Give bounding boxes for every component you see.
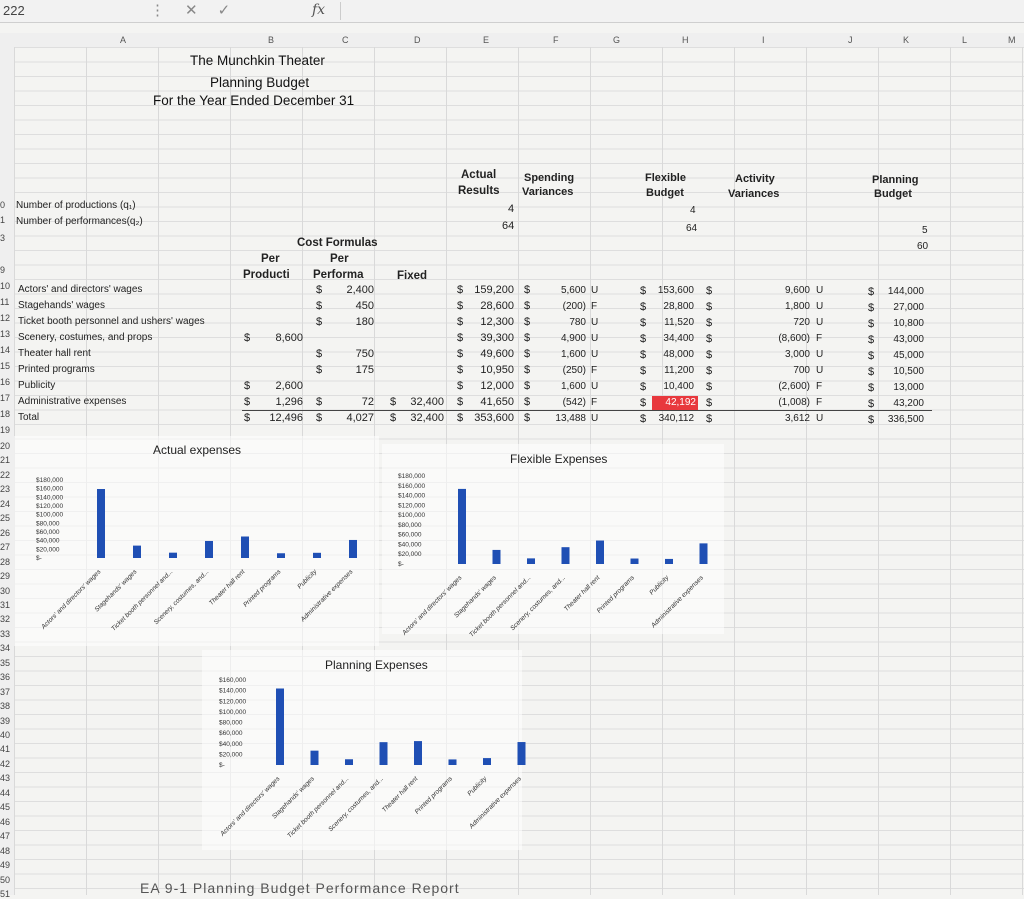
- category-label: Printed programs: [414, 775, 455, 816]
- y-tick-label: $160,000: [219, 677, 246, 684]
- y-tick-label: $60,000: [219, 730, 243, 737]
- category-label: Ticket booth personnel and...: [286, 775, 350, 839]
- bar-5[interactable]: [448, 759, 457, 765]
- y-tick-label: $40,000: [219, 741, 243, 748]
- bar-0[interactable]: [276, 688, 284, 766]
- y-tick-label: $120,000: [219, 698, 246, 705]
- y-tick-label: $100,000: [219, 709, 246, 716]
- y-tick-label: $80,000: [219, 720, 243, 727]
- planning-chart-svg: $160,000 $140,000 $120,000 $100,000 $80,000 $…: [219, 677, 526, 840]
- y-tick-label: $140,000: [219, 688, 246, 695]
- category-label: Theater hall rent: [381, 775, 420, 814]
- bar-4[interactable]: [414, 741, 422, 765]
- y-tick-label: $20,000: [219, 751, 243, 758]
- sheet-tabs[interactable]: EA 9-1 Planning Budget Performance Repor…: [140, 880, 460, 896]
- bar-1[interactable]: [310, 750, 319, 765]
- bar-6[interactable]: [483, 758, 491, 765]
- category-label: Actors' and directors' wages: [219, 775, 282, 838]
- bar-7[interactable]: [517, 742, 526, 765]
- y-tick-label: $-: [219, 762, 225, 769]
- category-label: Publicity: [466, 775, 489, 798]
- bar-2[interactable]: [345, 759, 353, 765]
- bar-3[interactable]: [379, 742, 388, 765]
